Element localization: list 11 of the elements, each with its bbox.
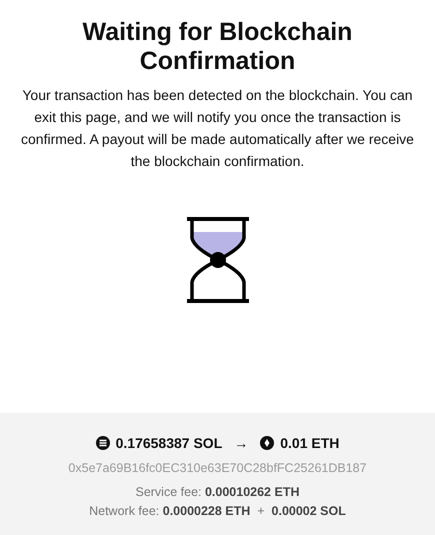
arrow-text: →: [234, 435, 248, 451]
coin-icon: [96, 436, 110, 450]
coin-icon: [260, 436, 274, 450]
from-amount: 0.17658387 SOL: [116, 435, 222, 451]
page-title: Waiting for Blockchain Confirmation: [82, 18, 354, 76]
fee-line: Network fee: 0.0000228 ETH + 0.00002 SOL: [89, 503, 346, 520]
to-amount: 0.01 ETH: [280, 435, 340, 451]
wallet-address: 0x5e7a69B16fc0EC310e63E70C28bfFC25261DB187: [68, 461, 367, 475]
fee-line: Service fee: 0.00010262 ETH: [135, 484, 300, 501]
hourglass-icon: [184, 216, 250, 304]
status-message: Your transaction has been detected on the blockchain. You can exit this page, and we will notify you once the transaction is confirmed. A payout will be made automatically after we receive the blockchain confirmation.: [20, 86, 415, 171]
